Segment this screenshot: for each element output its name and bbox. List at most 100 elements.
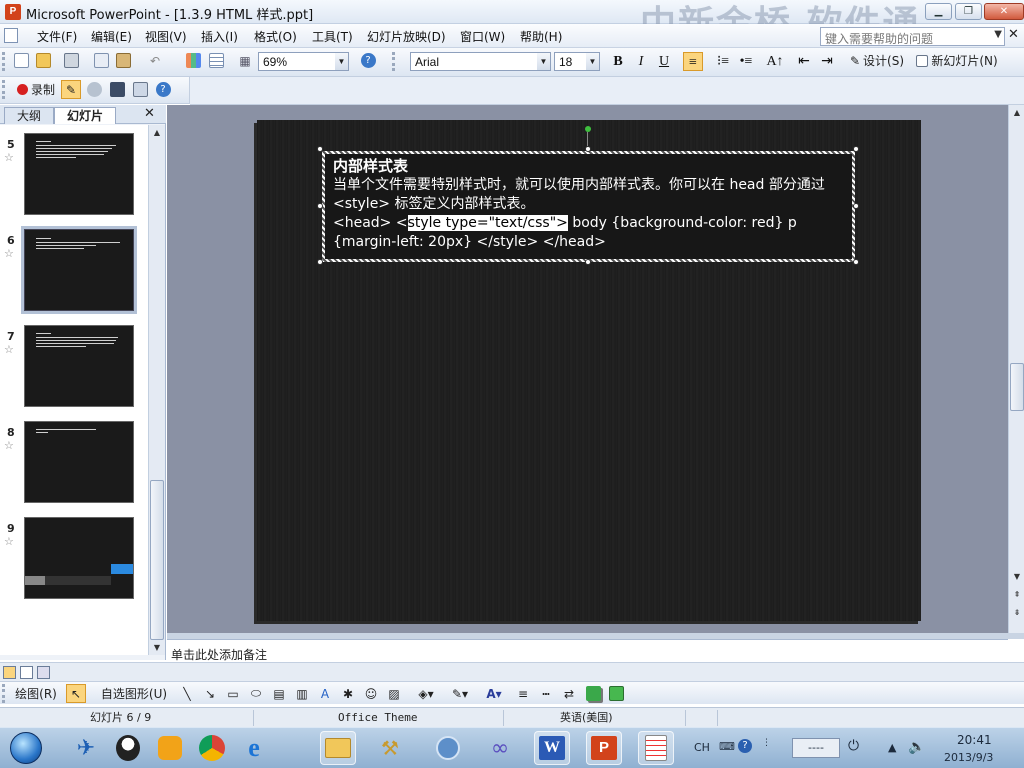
new-icon[interactable] — [12, 51, 30, 70]
align-left-icon[interactable]: ≡ — [683, 52, 703, 71]
line-icon[interactable]: ╲ — [178, 684, 196, 703]
bold-button[interactable]: B — [608, 52, 628, 71]
notepad-app-icon[interactable] — [638, 731, 674, 765]
numbering-icon[interactable]: ⁝≡ — [713, 52, 733, 71]
resize-handle[interactable] — [853, 203, 859, 209]
italic-button[interactable]: I — [631, 52, 651, 71]
camera-icon[interactable] — [85, 80, 103, 99]
oval-icon[interactable]: ⬭ — [247, 684, 265, 703]
scroll-up-icon[interactable]: ▲ — [1009, 105, 1024, 120]
font-size-select[interactable]: 18 ▼ — [554, 52, 600, 71]
undo-icon[interactable]: ↶ — [145, 51, 165, 70]
line-color-icon[interactable]: ✎▾ — [447, 684, 473, 703]
menu-view[interactable]: 视图(V) — [145, 28, 187, 45]
resize-handle[interactable] — [853, 146, 859, 152]
rectangle-icon[interactable]: ▭ — [224, 684, 242, 703]
previous-slide-icon[interactable]: ⇞ — [1009, 587, 1024, 602]
open-icon[interactable] — [34, 51, 52, 70]
slide-text-box[interactable]: 内部样式表 当单个文件需要特别样式时，就可以使用内部样式表。你可以在 head … — [322, 151, 855, 262]
dash-style-icon[interactable]: ┅ — [537, 684, 555, 703]
new-slide-button[interactable]: 新幻灯片(N) — [915, 51, 999, 70]
toolbar-grip[interactable] — [392, 52, 395, 71]
menu-window[interactable]: 窗口(W) — [460, 28, 505, 45]
autoshapes-button[interactable]: 自选图形(U) — [96, 684, 172, 703]
increase-font-icon[interactable]: A↑ — [765, 52, 785, 71]
tools-app-icon[interactable]: ⚒ — [372, 731, 408, 765]
resize-handle[interactable] — [317, 203, 323, 209]
menu-file[interactable]: 文件(F) — [37, 28, 77, 45]
infinity-app-icon[interactable]: ∞ — [482, 731, 518, 765]
pen-icon[interactable]: ✎ — [61, 80, 81, 99]
notes-pane[interactable]: 单击此处添加备注 — [167, 639, 1008, 662]
maximize-button[interactable]: ❐ — [955, 3, 982, 20]
tab-outline[interactable]: 大纲 — [4, 107, 54, 124]
help-icon[interactable]: ? — [738, 739, 752, 753]
close-button[interactable]: ✕ — [984, 3, 1024, 20]
decrease-indent-icon[interactable]: ⇤ — [794, 52, 814, 71]
rotate-handle[interactable] — [585, 126, 591, 132]
ime-status[interactable]: ---- — [792, 738, 840, 758]
arrow-icon[interactable]: ↘ — [201, 684, 219, 703]
current-slide[interactable]: 内部样式表 当单个文件需要特别样式时，就可以使用内部样式表。你可以在 head … — [257, 120, 921, 621]
file-explorer-icon[interactable] — [320, 731, 356, 765]
scroll-down-icon[interactable]: ▼ — [149, 640, 165, 655]
gift-app-icon[interactable] — [152, 731, 188, 765]
minimize-button[interactable]: ▁ — [925, 3, 952, 20]
chevron-down-icon[interactable]: ▼ — [335, 53, 348, 70]
zoom-select[interactable]: 69% ▼ — [258, 52, 349, 71]
3d-icon[interactable] — [607, 684, 625, 703]
print-icon[interactable] — [62, 51, 80, 70]
slide-thumbnail-8[interactable] — [24, 421, 134, 503]
clipart-icon[interactable]: ☺ — [362, 684, 380, 703]
tray-expand-icon[interactable]: ▲ — [888, 741, 896, 754]
design-button[interactable]: ✎ 设计(S) — [846, 51, 908, 70]
toolbar-grip[interactable] — [2, 684, 5, 703]
menu-insert[interactable]: 插入(I) — [201, 28, 238, 45]
fill-color-icon[interactable]: ◈▾ — [413, 684, 439, 703]
help-icon[interactable]: ? — [154, 80, 172, 99]
document-icon[interactable] — [4, 28, 18, 43]
scroll-thumb[interactable] — [150, 480, 164, 640]
font-color-icon[interactable]: A▾ — [481, 684, 507, 703]
diagram-icon[interactable]: ✱ — [339, 684, 357, 703]
slide-thumbnail-7[interactable] — [24, 325, 134, 407]
menu-tools[interactable]: 工具(T) — [312, 28, 353, 45]
wordart-icon[interactable]: A — [316, 684, 334, 703]
resize-handle[interactable] — [585, 146, 591, 152]
resize-handle[interactable] — [317, 146, 323, 152]
canvas-scrollbar[interactable]: ▲ ▼ ⇞ ⇟ — [1008, 105, 1024, 633]
vertical-textbox-icon[interactable]: ▥ — [293, 684, 311, 703]
internet-explorer-icon[interactable]: e — [236, 731, 272, 765]
help-icon[interactable]: ? — [358, 51, 378, 70]
slide-thumbnail-6[interactable] — [21, 226, 137, 314]
clock-time[interactable]: 20:41 — [957, 733, 992, 747]
document-close-button[interactable]: ✕ — [1008, 27, 1019, 42]
close-icon[interactable]: ✕ — [144, 106, 155, 121]
bird-app-icon[interactable]: ✈ — [68, 731, 104, 765]
input-language[interactable]: CH — [694, 741, 710, 754]
next-slide-icon[interactable]: ⇟ — [1009, 605, 1024, 620]
tab-slides[interactable]: 幻灯片 — [54, 107, 116, 124]
toolbar-grip[interactable] — [2, 52, 5, 71]
normal-view-icon[interactable] — [3, 666, 16, 679]
picture-icon[interactable]: ▨ — [385, 684, 403, 703]
line-style-icon[interactable]: ≡ — [514, 684, 532, 703]
scroll-down-icon[interactable]: ▼ — [1009, 569, 1024, 584]
chevron-down-icon[interactable]: ▼ — [537, 53, 550, 70]
shadow-icon[interactable] — [584, 684, 602, 703]
keyboard-icon[interactable]: ⌨ — [719, 740, 735, 753]
options-icon[interactable]: ⋮ — [762, 738, 771, 748]
powerpoint-app-icon[interactable]: P — [5, 4, 21, 20]
grid-icon[interactable]: ▦ — [236, 51, 254, 70]
power-plug-icon[interactable]: ⏻ — [848, 738, 859, 754]
panel-scrollbar[interactable]: ▲ ▼ — [148, 125, 165, 655]
underline-button[interactable]: U — [654, 52, 674, 71]
chevron-down-icon[interactable]: ▼ — [586, 53, 599, 70]
resize-handle[interactable] — [317, 259, 323, 265]
qq-icon[interactable] — [110, 731, 146, 765]
draw-menu-button[interactable]: 绘图(R) — [10, 684, 62, 703]
scroll-thumb[interactable] — [1010, 363, 1024, 411]
insert-table-icon[interactable] — [207, 51, 225, 70]
start-button[interactable] — [0, 728, 54, 768]
volume-icon[interactable]: 🔈 — [908, 739, 925, 755]
